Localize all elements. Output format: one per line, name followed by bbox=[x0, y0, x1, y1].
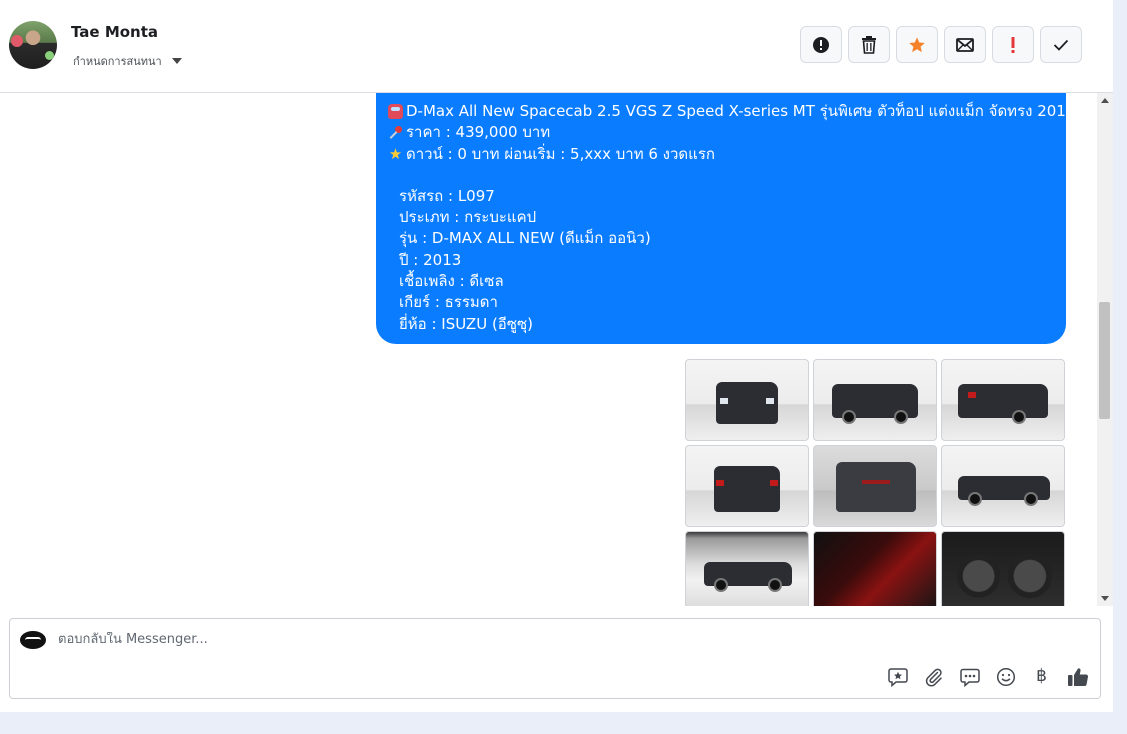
page-scrollbar-track bbox=[1113, 0, 1127, 734]
contact-avatar[interactable] bbox=[9, 21, 57, 69]
conversation-actions bbox=[800, 26, 1082, 63]
message-bubble[interactable]: D-Max All New Spacecab 2.5 VGS Z Speed X… bbox=[376, 93, 1075, 344]
car-shape bbox=[958, 384, 1048, 418]
conversation-panel: Tae Monta กำหนดการสนทนา D-Max All New Sp… bbox=[0, 0, 1113, 712]
check-icon bbox=[1053, 39, 1069, 51]
caret-down-icon bbox=[171, 58, 182, 64]
wheel bbox=[1024, 492, 1038, 506]
page-logo-avatar bbox=[20, 631, 46, 649]
photo-grid bbox=[685, 359, 1065, 606]
reply-composer: ฿ bbox=[9, 618, 1101, 699]
scroll-down-arrow-icon[interactable] bbox=[1101, 596, 1109, 601]
car-photo-front-three-quarter[interactable] bbox=[813, 359, 937, 441]
message-line: ราคา : 439,000 บาท bbox=[388, 122, 1054, 143]
car-photo-rear[interactable] bbox=[685, 445, 809, 527]
wheel bbox=[714, 578, 728, 592]
headlight bbox=[766, 398, 774, 404]
detail-line: เกียร์ : ธรรมดา bbox=[399, 293, 498, 312]
avatar-detail bbox=[11, 35, 23, 47]
detail-line: รหัสรถ : L097 bbox=[399, 186, 495, 205]
alert-circle-icon bbox=[813, 36, 829, 53]
assign-label: กำหนดการสนทนา bbox=[73, 55, 162, 68]
like-button[interactable] bbox=[1066, 665, 1089, 688]
avatar-detail bbox=[45, 51, 54, 60]
thread-scrollbar[interactable] bbox=[1097, 93, 1113, 606]
baht-payment-icon: ฿ bbox=[1036, 666, 1047, 686]
rear-stripe bbox=[862, 480, 890, 484]
emoji-button[interactable] bbox=[994, 665, 1017, 688]
car-photo-front[interactable] bbox=[685, 359, 809, 441]
wheel bbox=[1012, 410, 1026, 424]
car-photo-side[interactable] bbox=[941, 445, 1065, 527]
car-photo-rear-three-quarter[interactable] bbox=[941, 359, 1065, 441]
listing-title: D-Max All New Spacecab 2.5 VGS Z Speed X… bbox=[406, 102, 1076, 120]
conversation-header: Tae Monta กำหนดการสนทนา bbox=[0, 0, 1113, 93]
pushpin-icon bbox=[388, 125, 403, 140]
car-photo-side-studio[interactable] bbox=[685, 531, 809, 606]
composer-toolbar: ฿ bbox=[886, 665, 1089, 688]
scroll-up-arrow-icon[interactable] bbox=[1101, 98, 1109, 103]
follow-up-button[interactable] bbox=[992, 26, 1034, 63]
car-shape bbox=[836, 462, 916, 512]
message-line: ★ ดาวน์ : 0 บาท ผ่อนเริ่ม : 5,xxx บาท 6 ง… bbox=[388, 144, 1054, 165]
car-photo-rear-angle[interactable] bbox=[813, 445, 937, 527]
done-button[interactable] bbox=[1040, 26, 1082, 63]
star-emoji-icon: ★ bbox=[388, 144, 403, 163]
emoji-icon bbox=[996, 667, 1015, 686]
saved-reply-button[interactable] bbox=[886, 665, 909, 688]
envelope-icon bbox=[956, 37, 974, 52]
listing-down-payment: ดาวน์ : 0 บาท ผ่อนเริ่ม : 5,xxx บาท 6 งว… bbox=[406, 144, 715, 163]
quick-replies-button[interactable] bbox=[958, 665, 981, 688]
quick-replies-icon bbox=[959, 668, 980, 687]
taillight bbox=[968, 392, 976, 398]
detail-line: เชื้อเพลิง : ดีเซล bbox=[399, 272, 504, 291]
mark-unread-button[interactable] bbox=[944, 26, 986, 63]
message-thread[interactable]: D-Max All New Spacecab 2.5 VGS Z Speed X… bbox=[0, 93, 1113, 606]
detail-line: รุ่น : D-MAX ALL NEW (ดีแม็ก ออนิว) bbox=[399, 229, 651, 248]
car-icon bbox=[388, 104, 403, 120]
attachment-icon bbox=[925, 668, 942, 687]
exclamation-icon bbox=[1011, 36, 1015, 53]
mark-spam-button[interactable] bbox=[800, 26, 842, 63]
wheel bbox=[894, 410, 908, 424]
delete-button[interactable] bbox=[848, 26, 890, 63]
headlight bbox=[720, 398, 728, 404]
taillight bbox=[716, 480, 724, 486]
saved-reply-icon bbox=[887, 667, 908, 687]
car-photo-interior[interactable] bbox=[813, 531, 937, 606]
trash-icon bbox=[862, 35, 876, 54]
contact-name[interactable]: Tae Monta bbox=[71, 23, 158, 41]
star-button[interactable] bbox=[896, 26, 938, 63]
wheel bbox=[768, 578, 782, 592]
like-icon bbox=[1067, 667, 1088, 686]
car-photo-dashboard[interactable] bbox=[941, 531, 1065, 606]
message-line: D-Max All New Spacecab 2.5 VGS Z Speed X… bbox=[388, 101, 1075, 122]
detail-line: ประเภท : กระบะแคป bbox=[399, 208, 537, 227]
detail-line: ยี่ห้อ : ISUZU (อีซูซุ) bbox=[399, 314, 534, 333]
scrollbar-thumb[interactable] bbox=[1099, 302, 1110, 419]
detail-line: ปี : 2013 bbox=[399, 250, 462, 269]
attachment-button[interactable] bbox=[922, 665, 945, 688]
car-shape bbox=[714, 466, 780, 512]
star-icon bbox=[909, 36, 925, 52]
listing-price: ราคา : 439,000 บาท bbox=[406, 123, 551, 142]
reply-input[interactable] bbox=[58, 632, 758, 647]
wheel bbox=[968, 492, 982, 506]
assign-conversation-dropdown[interactable]: กำหนดการสนทนา bbox=[73, 52, 182, 70]
taillight bbox=[770, 480, 778, 486]
wheel bbox=[842, 410, 856, 424]
baht-payment-button[interactable]: ฿ bbox=[1030, 665, 1053, 688]
